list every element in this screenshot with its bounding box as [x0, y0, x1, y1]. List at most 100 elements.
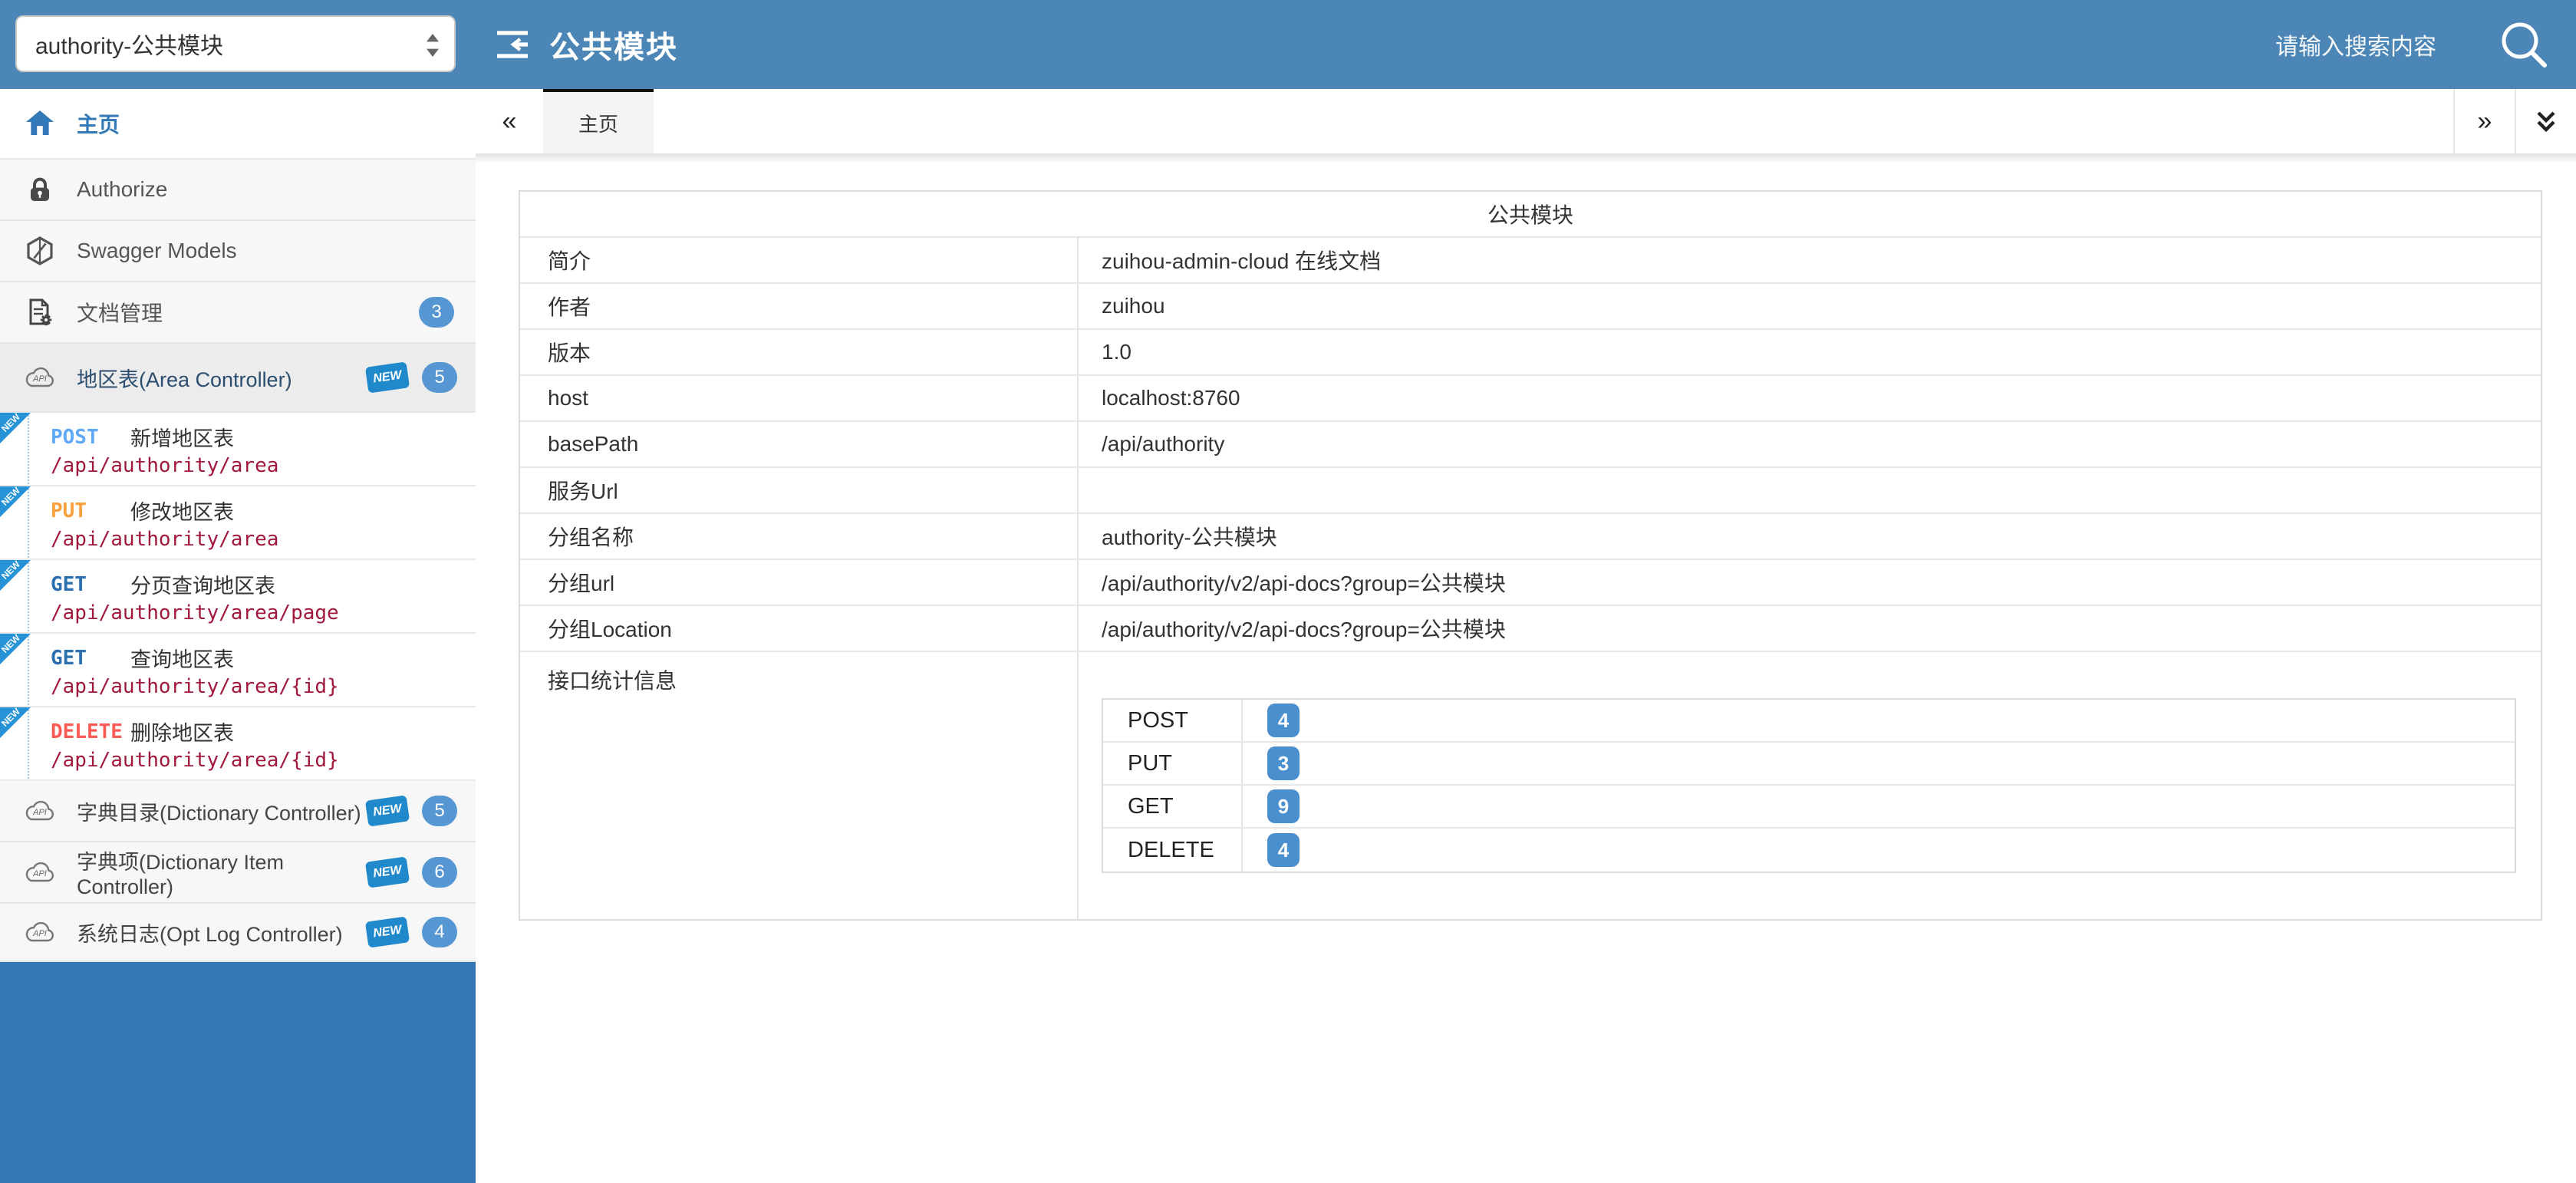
doc-settings-icon — [23, 297, 57, 328]
endpoint-get-area-id[interactable]: NEW GET 查询地区表 /api/authority/area/{id} — [0, 634, 476, 707]
sidebar-item-home[interactable]: 主页 — [0, 89, 476, 160]
sidebar-controller-label: 字典目录(Dictionary Controller) — [77, 796, 361, 826]
search-icon[interactable] — [2498, 18, 2550, 71]
endpoint-path: /api/authority/area/page — [51, 601, 339, 624]
double-chevron-down-icon[interactable] — [2515, 89, 2576, 153]
method-label: POST — [51, 426, 130, 449]
tabbar-spacer — [654, 89, 2453, 153]
new-ribbon: NEW — [365, 856, 410, 888]
app-header: 公共模块 — [492, 0, 678, 89]
module-info-table: 公共模块 简介 zuihou-admin-cloud 在线文档 作者 zuiho… — [519, 190, 2542, 921]
api-cloud-icon: API — [23, 859, 57, 885]
group-select-value: authority-公共模块 — [35, 27, 223, 61]
endpoint-name: 新增地区表 — [130, 422, 234, 452]
api-stats-table: POST 4 PUT 3 GET — [1102, 698, 2516, 873]
endpoint-path: /api/authority/area — [51, 454, 278, 477]
endpoint-get-area-page[interactable]: NEW GET 分页查询地区表 /api/authority/area/page — [0, 560, 476, 634]
table-row: 作者 zuihou — [520, 284, 2541, 330]
method-count-badge: 4 — [1267, 833, 1300, 867]
api-cloud-icon: API — [23, 364, 57, 390]
endpoint-path: /api/authority/area/{id} — [51, 675, 339, 698]
api-stats-row: 接口统计信息 POST 4 PUT 3 — [520, 652, 2541, 919]
svg-text:API: API — [32, 808, 47, 817]
tabbar-shadow — [476, 155, 2576, 163]
table-row: 简介 zuihou-admin-cloud 在线文档 — [520, 238, 2541, 284]
new-ribbon: NEW — [365, 916, 410, 947]
method-count-badge: 3 — [1267, 746, 1300, 780]
group-select[interactable]: authority-公共模块 — [15, 15, 456, 72]
tabs-scroll-left-icon[interactable]: « — [476, 89, 543, 153]
sidebar-controller-label: 系统日志(Opt Log Controller) — [77, 918, 343, 947]
endpoint-name: 分页查询地区表 — [130, 569, 275, 599]
home-icon — [23, 108, 57, 139]
svg-text:API: API — [32, 374, 47, 384]
sidebar-controller-optlog[interactable]: API 系统日志(Opt Log Controller) NEW 4 — [0, 904, 476, 962]
method-label: GET — [51, 647, 130, 670]
count-badge: 6 — [422, 857, 457, 888]
sidebar-item-label: Swagger Models — [77, 239, 237, 263]
count-badge: 5 — [422, 796, 457, 826]
stats-row: PUT 3 — [1103, 743, 2515, 786]
method-count-badge: 9 — [1267, 789, 1300, 823]
stats-row: DELETE 4 — [1103, 829, 2515, 872]
sidebar: 主页 Authorize Swagger Mode — [0, 89, 476, 1183]
tabbar: « 主页 » — [476, 89, 2576, 155]
count-badge: 3 — [419, 297, 454, 328]
svg-text:API: API — [32, 869, 47, 878]
table-row: 分组Location /api/authority/v2/api-docs?gr… — [520, 606, 2541, 652]
api-cloud-icon: API — [23, 798, 57, 824]
sidebar-item-label: 文档管理 — [77, 297, 163, 328]
sidebar-controller-label: 字典项(Dictionary Item Controller) — [77, 845, 367, 899]
table-row: 服务Url — [520, 468, 2541, 514]
tab-home[interactable]: 主页 — [543, 89, 654, 153]
stats-row: POST 4 — [1103, 700, 2515, 743]
count-badge: 4 — [422, 917, 457, 947]
lock-icon — [23, 174, 57, 205]
method-label: GET — [51, 573, 130, 596]
sidebar-item-authorize[interactable]: Authorize — [0, 160, 476, 221]
sidebar-filler — [0, 962, 476, 1183]
search-area: 请输入搜索内容 — [2275, 0, 2550, 89]
api-cloud-icon: API — [23, 919, 57, 945]
new-ribbon: NEW — [365, 361, 410, 393]
endpoint-name: 删除地区表 — [130, 717, 234, 746]
endpoint-path: /api/authority/area/{id} — [51, 749, 339, 772]
sidebar-item-doc-manage[interactable]: 文档管理 3 — [0, 282, 476, 344]
select-arrows-icon — [425, 32, 440, 64]
tabs-scroll-right-icon[interactable]: » — [2453, 89, 2515, 153]
sidebar-item-label: 主页 — [77, 108, 120, 139]
sidebar-controller-dictionary-item[interactable]: API 字典项(Dictionary Item Controller) NEW … — [0, 842, 476, 904]
endpoint-delete-area[interactable]: NEW DELETE 删除地区表 /api/authority/area/{id… — [0, 707, 476, 781]
swagger-models-icon — [23, 236, 57, 266]
endpoint-put-area[interactable]: NEW PUT 修改地区表 /api/authority/area — [0, 486, 476, 560]
menu-fold-icon[interactable] — [492, 25, 532, 64]
sidebar-controller-label: 地区表(Area Controller) — [77, 363, 292, 393]
new-ribbon: NEW — [365, 795, 410, 826]
search-input[interactable]: 请输入搜索内容 — [2275, 28, 2436, 61]
method-label: PUT — [51, 499, 130, 522]
svg-text:API: API — [32, 929, 47, 938]
sidebar-item-swagger-models[interactable]: Swagger Models — [0, 221, 476, 282]
endpoint-path: /api/authority/area — [51, 528, 278, 551]
stats-row: GET 9 — [1103, 786, 2515, 829]
tab-label: 主页 — [578, 109, 618, 137]
table-row: basePath /api/authority — [520, 422, 2541, 468]
count-badge: 5 — [422, 362, 457, 393]
endpoint-name: 查询地区表 — [130, 643, 234, 673]
table-row: 版本 1.0 — [520, 330, 2541, 376]
table-row: 分组url /api/authority/v2/api-docs?group=公… — [520, 560, 2541, 606]
endpoint-post-area[interactable]: NEW POST 新增地区表 /api/authority/area — [0, 413, 476, 486]
page-title: 公共模块 — [549, 22, 678, 67]
endpoint-list: NEW POST 新增地区表 /api/authority/area NEW P… — [0, 413, 476, 781]
endpoint-name: 修改地区表 — [130, 496, 234, 526]
main-content: « 主页 » 公共模块 简介 zuihou-admin-cloud 在线文档 — [476, 89, 2576, 1183]
method-count-badge: 4 — [1267, 704, 1300, 737]
sidebar-item-label: Authorize — [77, 177, 167, 202]
table-title: 公共模块 — [520, 192, 2541, 238]
topbar: authority-公共模块 公共模块 请输入搜索内容 — [0, 0, 2576, 89]
sidebar-controller-dictionary[interactable]: API 字典目录(Dictionary Controller) NEW 5 — [0, 781, 476, 842]
table-row: 分组名称 authority-公共模块 — [520, 514, 2541, 560]
method-label: DELETE — [51, 720, 130, 743]
sidebar-controller-area[interactable]: API 地区表(Area Controller) NEW 5 — [0, 344, 476, 413]
table-row: host localhost:8760 — [520, 376, 2541, 422]
